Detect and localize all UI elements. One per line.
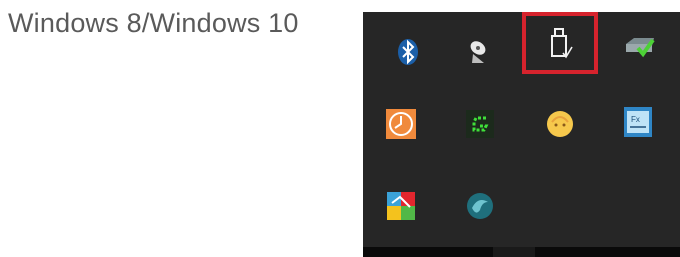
- bluetooth-icon[interactable]: [388, 32, 428, 72]
- colorful-tiles-icon[interactable]: [381, 186, 421, 226]
- teal-swirl-icon[interactable]: [460, 186, 500, 226]
- window-fx-icon[interactable]: Fx: [618, 102, 658, 142]
- usb-icon-highlight-frame: [522, 12, 598, 74]
- green-g-app-icon[interactable]: [460, 104, 500, 144]
- yellow-face-icon[interactable]: [540, 104, 580, 144]
- drive-check-icon[interactable]: [619, 26, 659, 66]
- taskbar-strip: [363, 247, 680, 257]
- clock-app-icon[interactable]: [381, 104, 421, 144]
- svg-text:Fx: Fx: [631, 115, 640, 124]
- network-satellite-icon[interactable]: [460, 32, 500, 72]
- os-version-caption: Windows 8/Windows 10: [8, 8, 299, 38]
